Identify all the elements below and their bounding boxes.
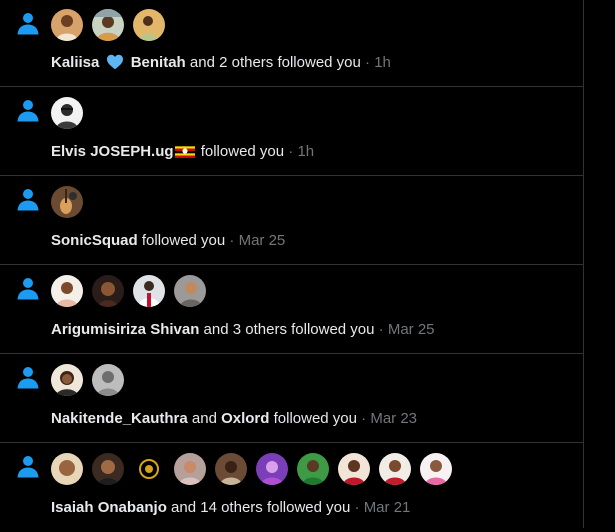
avatar[interactable]: [51, 364, 83, 396]
separator: ·: [357, 410, 371, 427]
avatar[interactable]: [51, 453, 83, 485]
actor-name[interactable]: Nakitende_Kauthra: [51, 410, 188, 427]
notification-text: Elvis JOSEPH.ug followed you · 1h: [51, 142, 314, 162]
avatar-row: [51, 97, 83, 129]
notification-text: Nakitende_Kauthra and Oxlord followed yo…: [51, 409, 417, 429]
notification-item[interactable]: Arigumisiriza Shivan and 3 others follow…: [0, 265, 583, 354]
avatar[interactable]: [92, 453, 124, 485]
timestamp: 1h: [297, 143, 315, 160]
actor-name[interactable]: Elvis JOSEPH.ug: [51, 143, 174, 160]
notification-text: Isaiah Onabanjo and 14 others followed y…: [51, 498, 410, 518]
uganda-flag-icon: [174, 144, 195, 158]
avatar-row: [51, 453, 452, 485]
actor-name[interactable]: Isaiah Onabanjo: [51, 499, 167, 516]
right-gutter: [584, 0, 615, 528]
person-icon: [17, 189, 39, 211]
connector-text: and: [191, 410, 217, 427]
notification-text: SonicSquad followed you · Mar 25: [51, 231, 285, 251]
avatar[interactable]: [51, 9, 83, 41]
avatar[interactable]: [379, 453, 411, 485]
avatar[interactable]: [174, 453, 206, 485]
actor-name[interactable]: Arigumisiriza Shivan: [51, 321, 199, 338]
notifications-feed: Kaliisa Benitah and 2 others followed yo…: [0, 0, 584, 528]
timestamp: Mar 25: [387, 321, 435, 338]
avatar[interactable]: [51, 97, 83, 129]
avatar[interactable]: [133, 275, 165, 307]
notification-item[interactable]: Isaiah Onabanjo and 14 others followed y…: [0, 443, 583, 532]
timestamp: Mar 23: [370, 410, 418, 427]
avatar-row: [51, 186, 83, 218]
notification-text: Kaliisa Benitah and 2 others followed yo…: [51, 53, 391, 73]
notification-item[interactable]: SonicSquad followed you · Mar 25: [0, 176, 583, 265]
timestamp: Mar 21: [363, 499, 411, 516]
timestamp: 1h: [374, 54, 391, 71]
notification-action: and 3 others followed you: [203, 321, 375, 338]
notification-action: and 2 others followed you: [189, 54, 361, 71]
avatar[interactable]: [92, 364, 124, 396]
actor-name[interactable]: Kaliisa: [51, 54, 99, 71]
notification-text: Arigumisiriza Shivan and 3 others follow…: [51, 320, 435, 340]
notification-item[interactable]: Kaliisa Benitah and 2 others followed yo…: [0, 0, 583, 87]
actor-name[interactable]: SonicSquad: [51, 232, 138, 249]
avatar[interactable]: [51, 275, 83, 307]
avatar[interactable]: [215, 453, 247, 485]
notification-action: and 14 others followed you: [171, 499, 351, 516]
person-icon: [17, 13, 39, 35]
person-icon: [17, 100, 39, 122]
avatar[interactable]: [133, 9, 165, 41]
avatar[interactable]: [338, 453, 370, 485]
actor-name[interactable]: Oxlord: [221, 410, 269, 427]
avatar-row: [51, 9, 165, 41]
avatar[interactable]: [92, 275, 124, 307]
separator: ·: [284, 143, 298, 160]
avatar[interactable]: [92, 9, 124, 41]
person-icon: [17, 367, 39, 389]
notification-item[interactable]: Elvis JOSEPH.ug followed you · 1h: [0, 87, 583, 176]
avatar[interactable]: [256, 453, 288, 485]
separator: ·: [225, 232, 239, 249]
actor-name[interactable]: Benitah: [131, 54, 186, 71]
avatar-row: [51, 364, 124, 396]
avatar[interactable]: [420, 453, 452, 485]
notification-action: followed you: [141, 232, 226, 249]
notification-action: followed you: [273, 410, 357, 427]
notification-item[interactable]: Nakitende_Kauthra and Oxlord followed yo…: [0, 354, 583, 443]
separator: ·: [374, 321, 388, 338]
separator: ·: [350, 499, 364, 516]
avatar[interactable]: [133, 453, 165, 485]
avatar[interactable]: [174, 275, 206, 307]
avatar[interactable]: [51, 186, 83, 218]
person-icon: [17, 278, 39, 300]
timestamp: Mar 25: [238, 232, 286, 249]
blue-heart-icon: [106, 54, 123, 70]
avatar-row: [51, 275, 206, 307]
notification-action: followed you: [200, 143, 285, 160]
separator: ·: [360, 54, 375, 71]
avatar[interactable]: [297, 453, 329, 485]
person-icon: [17, 456, 39, 478]
